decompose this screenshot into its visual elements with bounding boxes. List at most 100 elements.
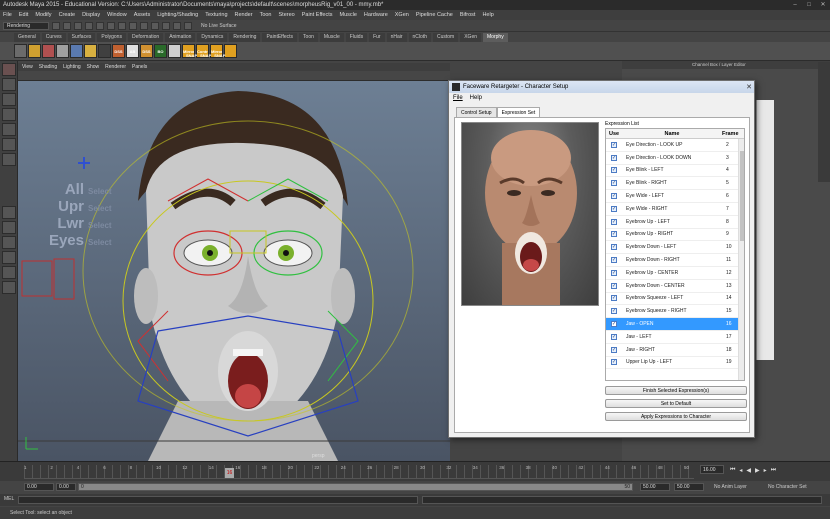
rotate-tool-icon[interactable] [2,123,16,136]
expression-row[interactable]: ✓ Eye Blink - RIGHT 5 [606,177,744,191]
shelf-button-icon[interactable] [56,44,69,58]
start-time-field[interactable]: 0.00 [24,483,54,491]
go-to-start-icon[interactable]: ⏮ [730,467,735,474]
step-back-icon[interactable]: ◂ [739,467,742,474]
step-forward-icon[interactable]: ▸ [764,467,767,474]
open-scene-icon[interactable] [63,21,71,30]
new-scene-icon[interactable] [52,21,60,30]
anim-layer-label[interactable]: No Anim Layer [714,483,747,491]
column-name[interactable]: Name [622,129,722,138]
viewport-menu-shading[interactable]: Shading [39,63,57,71]
shelf-button-icon[interactable] [14,44,27,58]
expression-row[interactable]: ✓ Eyebrow Up - RIGHT 9 [606,229,744,242]
menu-bifrost[interactable]: Bifrost [460,10,476,20]
lasso-tool-icon[interactable] [2,78,16,91]
live-surface-icon[interactable] [184,21,192,30]
snap-grid-icon[interactable] [140,21,148,30]
select-hierarchy-icon[interactable] [107,21,115,30]
shelf-tab-polygons[interactable]: Polygons [97,33,126,42]
expression-checkbox[interactable]: ✓ [611,257,617,264]
select-control-lwr[interactable]: Lwr Select [48,215,111,232]
dialog-menu-help[interactable]: Help [470,93,482,103]
expression-row[interactable]: ✓ Jaw - LEFT 17 [606,331,744,344]
expression-checkbox[interactable]: ✓ [611,244,617,251]
shelf-tab-xgen[interactable]: XGen [460,33,482,42]
select-control-eyes[interactable]: Eyes Select [48,232,112,249]
menu-pipeline-cache[interactable]: Pipeline Cache [416,10,453,20]
range-bar[interactable]: 0 50 [78,483,633,491]
shelf-button-icon[interactable] [84,44,97,58]
viewport-menu-show[interactable]: Show [87,63,100,71]
expression-checkbox[interactable]: ✓ [611,269,617,276]
shelf-button-icon[interactable]: AB [126,44,139,58]
layout-four-icon[interactable] [2,221,16,234]
shelf-button-icon[interactable]: DSS [112,44,125,58]
playback-start-field[interactable]: 0.00 [56,483,76,491]
expression-row[interactable]: ✓ Eyebrow Down - CENTER 13 [606,280,744,293]
select-object-icon[interactable] [118,21,126,30]
shelf-tab-dynamics[interactable]: Dynamics [197,33,228,42]
viewport-menu-renderer[interactable]: Renderer [105,63,126,71]
scrollbar-thumb[interactable] [740,151,744,241]
shelf-tab-custom[interactable]: Custom [432,33,459,42]
shelf-button-icon[interactable] [224,44,237,58]
expression-row[interactable]: ✓ Upper Lip Up - LEFT 19 [606,357,744,370]
layout-hypershade-icon[interactable] [2,281,16,294]
expression-checkbox[interactable]: ✓ [611,346,617,353]
playback-end-field[interactable]: 50.00 [640,483,670,491]
menu-xgen[interactable]: XGen [395,10,409,20]
menu-render[interactable]: Render [235,10,253,20]
expression-checkbox[interactable]: ✓ [611,180,617,187]
shelf-tab-general[interactable]: General [14,33,40,42]
shelf-button-icon[interactable]: DSS [140,44,153,58]
scale-tool-icon[interactable] [2,138,16,151]
expression-row[interactable]: ✓ Eyebrow Squeeze - LEFT 14 [606,293,744,306]
shelf-button-icon[interactable] [42,44,55,58]
expression-checkbox[interactable]: ✓ [611,154,617,161]
shelf-button-icon[interactable] [168,44,181,58]
3d-viewport[interactable]: All Select Upr Select Lwr Select Eyes Select pe… [18,81,450,461]
dialog-close-icon[interactable]: ✕ [746,82,752,94]
expression-row[interactable]: ✓ Eye Direction - LOOK DOWN 3 [606,152,744,165]
tab-control-setup[interactable]: Control Setup [456,107,497,117]
menu-hardware[interactable]: Hardware [364,10,388,20]
expression-checkbox[interactable]: ✓ [611,141,617,148]
layout-two-icon[interactable] [2,236,16,249]
shelf-tab-ncloth[interactable]: nCloth [408,33,431,42]
menu-display[interactable]: Display [82,10,100,20]
menu-lighting-shading[interactable]: Lighting/Shading [157,10,198,20]
shelf-tab-curves[interactable]: Curves [41,33,66,42]
shelf-tab-fluids[interactable]: Fluids [345,33,368,42]
shelf-button-icon[interactable] [28,44,41,58]
select-component-icon[interactable] [129,21,137,30]
expression-checkbox[interactable]: ✓ [611,218,617,225]
expression-row[interactable]: ✓ Eye Direction - LOOK UP 2 [606,139,744,152]
expression-row[interactable]: ✓ Eye Blink - LEFT 4 [606,165,744,178]
set-to-default-button[interactable]: Set to Default [605,399,747,408]
expression-checkbox[interactable]: ✓ [611,205,617,212]
viewport-menu-view[interactable]: View [22,63,33,71]
shelf-tab-muscle[interactable]: Muscle [319,33,344,42]
menu-create[interactable]: Create [59,10,76,20]
apply-expressions-button[interactable]: Apply Expressions to Character [605,412,747,421]
expression-row[interactable]: ✓ Jaw - OPEN 16 [606,318,744,331]
shelf-tab-painteffects[interactable]: PaintEffects [262,33,298,42]
expression-row[interactable]: ✓ Eyebrow Down - LEFT 10 [606,241,744,255]
expression-checkbox[interactable]: ✓ [611,231,617,238]
viewport-menu-panels[interactable]: Panels [132,63,147,71]
select-tool-icon[interactable] [2,63,16,76]
move-tool-icon[interactable] [2,108,16,121]
shelf-tab-fur[interactable]: Fur [369,33,385,42]
expression-list-scrollbar[interactable] [738,139,744,380]
undo-icon[interactable] [85,21,93,30]
menu-file[interactable]: File [3,10,12,20]
snap-curve-icon[interactable] [151,21,159,30]
menu-help[interactable]: Help [482,10,493,20]
menu-set-dropdown[interactable]: Rendering [3,21,49,30]
menu-muscle[interactable]: Muscle [340,10,357,20]
menu-texturing[interactable]: Texturing [205,10,227,20]
paint-select-icon[interactable] [2,93,16,106]
menu-window[interactable]: Window [107,10,127,20]
expression-checkbox[interactable]: ✓ [611,333,617,340]
expression-checkbox[interactable]: ✓ [611,359,617,366]
